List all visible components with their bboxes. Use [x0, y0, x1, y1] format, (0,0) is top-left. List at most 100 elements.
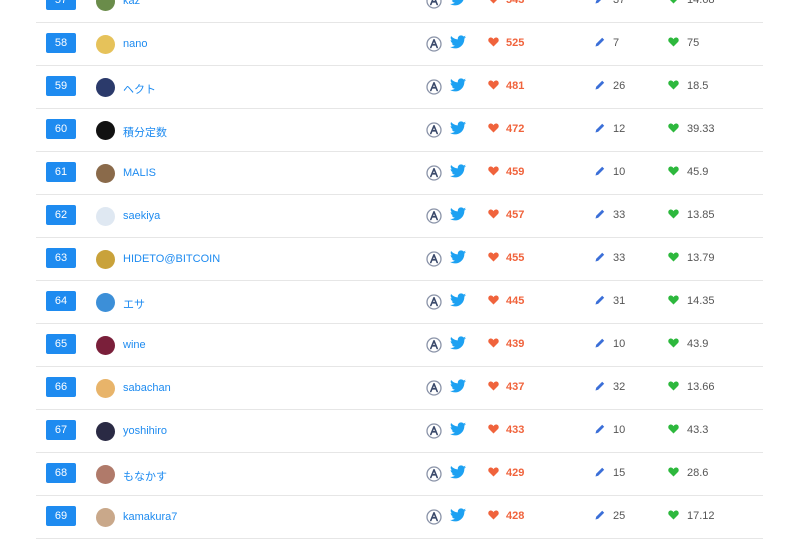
ratio-value: 45.9 — [687, 166, 709, 178]
green-heart-icon — [668, 295, 679, 305]
a-badge-icon[interactable] — [426, 509, 442, 525]
avatar[interactable] — [96, 465, 115, 484]
user-name-link[interactable]: HIDETO@BITCOIN — [123, 253, 220, 265]
posts-value: 10 — [613, 424, 626, 436]
avatar[interactable] — [96, 164, 115, 183]
twitter-icon[interactable] — [450, 0, 466, 6]
user-name-link[interactable]: nano — [123, 38, 147, 50]
heart-icon — [488, 381, 499, 391]
pencil-icon — [595, 381, 605, 391]
posts-value: 7 — [613, 37, 620, 49]
pencil-icon — [595, 80, 605, 90]
user-name-link[interactable]: wine — [123, 339, 146, 351]
a-badge-icon[interactable] — [426, 79, 442, 95]
user-name-link[interactable]: kaz — [123, 0, 140, 7]
heart-icon — [488, 166, 499, 176]
rank-badge: 69 — [46, 506, 76, 526]
avatar[interactable] — [96, 379, 115, 398]
table-row: 64 エサ 445 31 14.35 — [36, 281, 763, 324]
a-badge-icon[interactable] — [426, 294, 442, 310]
heart-icon — [488, 123, 499, 133]
twitter-icon[interactable] — [450, 121, 466, 135]
user-name-link[interactable]: エサ — [123, 296, 145, 312]
avatar[interactable] — [96, 35, 115, 54]
user-name-link[interactable]: もなかす — [123, 468, 167, 484]
user-name-link[interactable]: ヘクト — [123, 81, 156, 97]
points-value: 439 — [506, 338, 525, 350]
a-badge-icon[interactable] — [426, 208, 442, 224]
twitter-icon[interactable] — [450, 379, 466, 393]
avatar[interactable] — [96, 121, 115, 140]
a-badge-icon[interactable] — [426, 337, 442, 353]
rank-badge: 59 — [46, 76, 76, 96]
avatar[interactable] — [96, 78, 115, 97]
ratio-value: 13.79 — [687, 252, 715, 264]
table-row: 67 yoshihiro 433 10 43.3 — [36, 410, 763, 453]
twitter-icon[interactable] — [450, 207, 466, 221]
avatar[interactable] — [96, 293, 115, 312]
table-row: 69 kamakura7 428 25 17.12 — [36, 496, 763, 539]
heart-icon — [488, 37, 499, 47]
points-value: 457 — [506, 209, 525, 221]
points-value: 455 — [506, 252, 525, 264]
table-row: 57 kaz 543 37 14.68 — [36, 0, 763, 23]
a-badge-icon[interactable] — [426, 36, 442, 52]
avatar[interactable] — [96, 207, 115, 226]
table-row: 61 MALIS 459 10 45.9 — [36, 152, 763, 195]
ratio-value: 39.33 — [687, 123, 715, 135]
a-badge-icon[interactable] — [426, 423, 442, 439]
a-badge-icon[interactable] — [426, 122, 442, 138]
rank-badge: 67 — [46, 420, 76, 440]
user-name-link[interactable]: saekiya — [123, 210, 160, 222]
ratio-value: 28.6 — [687, 467, 709, 479]
points-value: 472 — [506, 123, 525, 135]
twitter-icon[interactable] — [450, 35, 466, 49]
twitter-icon[interactable] — [450, 465, 466, 479]
ratio-value: 75 — [687, 37, 700, 49]
rank-badge: 62 — [46, 205, 76, 225]
avatar[interactable] — [96, 250, 115, 269]
user-name-link[interactable]: yoshihiro — [123, 425, 167, 437]
table-row: 65 wine 439 10 43.9 — [36, 324, 763, 367]
rank-badge: 63 — [46, 248, 76, 268]
twitter-icon[interactable] — [450, 422, 466, 436]
pencil-icon — [595, 424, 605, 434]
heart-icon — [488, 424, 499, 434]
avatar[interactable] — [96, 336, 115, 355]
user-name-link[interactable]: 積分定数 — [123, 124, 167, 140]
avatar[interactable] — [96, 508, 115, 527]
a-badge-icon[interactable] — [426, 251, 442, 267]
heart-icon — [488, 467, 499, 477]
user-name-link[interactable]: sabachan — [123, 382, 171, 394]
table-row: 58 nano 525 7 75 — [36, 23, 763, 66]
a-badge-icon[interactable] — [426, 0, 442, 9]
twitter-icon[interactable] — [450, 293, 466, 307]
avatar[interactable] — [96, 422, 115, 441]
twitter-icon[interactable] — [450, 508, 466, 522]
twitter-icon[interactable] — [450, 164, 466, 178]
pencil-icon — [595, 252, 605, 262]
a-badge-icon[interactable] — [426, 380, 442, 396]
green-heart-icon — [668, 209, 679, 219]
user-name-link[interactable]: kamakura7 — [123, 511, 177, 523]
green-heart-icon — [668, 252, 679, 262]
a-badge-icon[interactable] — [426, 165, 442, 181]
user-name-link[interactable]: MALIS — [123, 167, 156, 179]
pencil-icon — [595, 338, 605, 348]
twitter-icon[interactable] — [450, 78, 466, 92]
heart-icon — [488, 295, 499, 305]
rank-badge: 57 — [46, 0, 76, 10]
points-value: 459 — [506, 166, 525, 178]
posts-value: 32 — [613, 381, 626, 393]
twitter-icon[interactable] — [450, 250, 466, 264]
posts-value: 12 — [613, 123, 626, 135]
green-heart-icon — [668, 166, 679, 176]
heart-icon — [488, 80, 499, 90]
points-value: 433 — [506, 424, 525, 436]
table-row: 68 もなかす 429 15 28.6 — [36, 453, 763, 496]
avatar[interactable] — [96, 0, 115, 11]
a-badge-icon[interactable] — [426, 466, 442, 482]
twitter-icon[interactable] — [450, 336, 466, 350]
green-heart-icon — [670, 0, 677, 4]
heart-icon — [488, 338, 499, 348]
